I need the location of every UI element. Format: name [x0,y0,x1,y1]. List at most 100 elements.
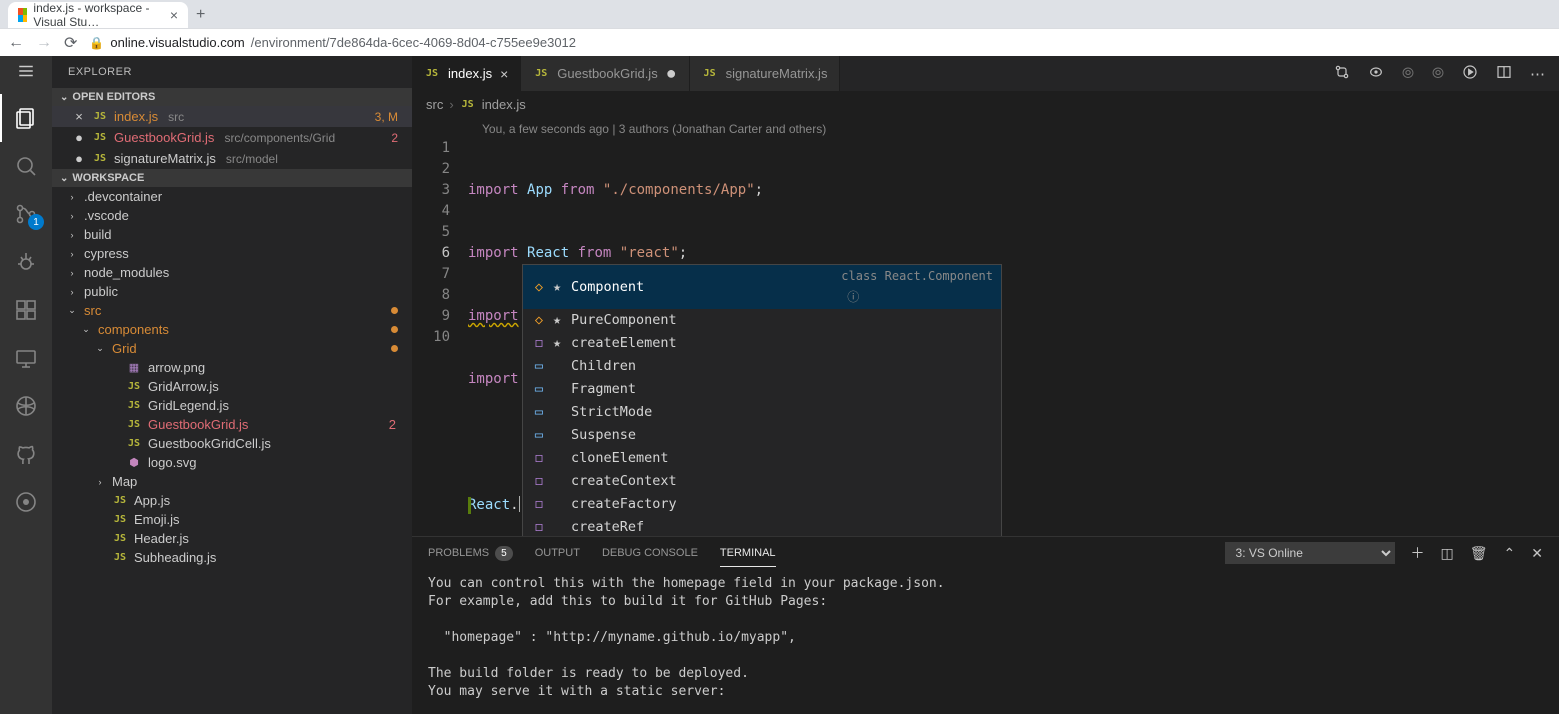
close-icon[interactable]: × [170,7,178,23]
workspace-header[interactable]: ⌄ WORKSPACE [52,169,412,187]
scm-activity[interactable]: 1 [0,190,52,238]
panel-tab-problems[interactable]: PROBLEMS5 [428,539,513,568]
js-icon: JS [92,132,108,143]
suggest-item[interactable]: ◻ cloneElement [523,447,1001,470]
trash-icon[interactable]: 🗑 [1470,545,1488,562]
file-item[interactable]: JSEmoji.js [52,510,412,529]
suggest-item[interactable]: ▭ Children [523,355,1001,378]
method-icon: ◻ [531,448,547,469]
suggest-widget[interactable]: ◇ ★ Component class React.Component ⓘ◇ ★… [522,264,1002,536]
file-item[interactable]: JSGuestbookGridCell.js [52,434,412,453]
search-activity[interactable] [0,142,52,190]
suggest-item[interactable]: ◻ createRef [523,516,1001,536]
back-button[interactable]: ← [8,34,24,52]
suggest-item[interactable]: ◇ ★ PureComponent [523,309,1001,332]
chevron-down-icon: ⌄ [60,92,68,103]
close-icon[interactable]: × [72,109,86,124]
folder-item[interactable]: ›Map [52,472,412,491]
code-lens[interactable]: You, a few seconds ago | 3 authors (Jona… [412,118,1559,138]
close-icon[interactable]: × [500,66,508,82]
compare-changes-icon[interactable] [1334,64,1350,84]
debug-activity[interactable] [0,238,52,286]
suggest-label: cloneElement [571,448,669,469]
close-icon[interactable]: ● [72,151,86,166]
folder-item[interactable]: ›.devcontainer [52,187,412,206]
suggest-item[interactable]: ▭ Fragment [523,378,1001,401]
file-item[interactable]: JSGridArrow.js [52,377,412,396]
js-icon: JS [126,438,142,449]
code-editor[interactable]: 12345678910 import App from "./component… [412,138,1559,536]
file-name: signatureMatrix.js [114,151,216,166]
folder-item[interactable]: ›public [52,282,412,301]
panel-tab-terminal[interactable]: TERMINAL [720,540,776,567]
file-path: src/model [226,152,278,166]
folder-item[interactable]: ⌄src [52,301,412,320]
liveshare-activity[interactable] [0,382,52,430]
explorer-activity[interactable] [0,94,52,142]
suggest-item[interactable]: ◇ ★ Component class React.Component ⓘ [523,265,1001,309]
file-item[interactable]: JSApp.js [52,491,412,510]
forward-button[interactable]: → [36,34,52,52]
item-label: GridLegend.js [148,398,229,413]
run-icon[interactable] [1462,64,1478,84]
file-item[interactable]: JSSubheading.js [52,548,412,567]
panel-tab-debug[interactable]: DEBUG CONSOLE [602,540,698,566]
split-terminal-icon[interactable]: ◫ [1441,545,1454,562]
close-panel-icon[interactable]: ✕ [1531,545,1543,562]
url-host: online.visualstudio.com [110,35,244,50]
more-actions-icon[interactable]: ⋯ [1530,65,1545,83]
chevron-right-icon: › [66,230,78,240]
codespaces-activity[interactable] [0,478,52,526]
breadcrumb[interactable]: src › JS index.js [412,91,1559,118]
folder-item[interactable]: ›cypress [52,244,412,263]
file-item[interactable]: ⬢logo.svg [52,453,412,472]
file-item[interactable]: JSHeader.js [52,529,412,548]
address-bar[interactable]: 🔒 online.visualstudio.com/environment/7d… [89,35,1551,50]
scm-badge: 1 [28,214,44,230]
editor-tab[interactable]: JS GuestbookGrid.js ● [521,56,689,91]
info-icon[interactable]: ⓘ [847,290,859,304]
extensions-activity[interactable] [0,286,52,334]
new-tab-button[interactable]: + [188,2,213,28]
suggest-item[interactable]: ◻ createContext [523,470,1001,493]
js-icon: JS [460,99,476,110]
next-change-icon[interactable]: ⦾ [1432,65,1444,82]
suggest-item[interactable]: ◻ ★ createElement [523,332,1001,355]
terminal-select[interactable]: 3: VS Online [1225,542,1395,564]
file-status: 2 [391,131,398,145]
class-icon: ◇ [531,277,547,298]
folder-item[interactable]: ›node_modules [52,263,412,282]
folder-item[interactable]: ›.vscode [52,206,412,225]
suggest-item[interactable]: ◻ createFactory [523,493,1001,516]
remote-activity[interactable] [0,334,52,382]
folder-item[interactable]: ⌄components [52,320,412,339]
browser-tab[interactable]: index.js - workspace - Visual Stu… × [8,2,188,28]
reload-button[interactable]: ⟳ [64,33,77,53]
prev-change-icon[interactable]: ⦾ [1402,65,1414,82]
folder-item[interactable]: ⌄Grid [52,339,412,358]
suggest-item[interactable]: ▭ StrictMode [523,401,1001,424]
open-editors-header[interactable]: ⌄ OPEN EDITORS [52,88,412,106]
editor-tab[interactable]: JS index.js × [412,56,521,91]
app-menu-button[interactable] [0,56,52,86]
file-item[interactable]: ▦arrow.png [52,358,412,377]
file-item[interactable]: JSGuestbookGrid.js2 [52,415,412,434]
revert-icon[interactable] [1368,64,1384,84]
github-activity[interactable] [0,430,52,478]
file-path: src [168,110,184,124]
editor-tab[interactable]: JS signatureMatrix.js [690,56,841,91]
folder-item[interactable]: ›build [52,225,412,244]
suggest-item[interactable]: ▭ Suspense [523,424,1001,447]
split-editor-icon[interactable] [1496,64,1512,84]
new-terminal-icon[interactable]: ＋ [1411,543,1425,563]
open-editor-item[interactable]: ● JS GuestbookGrid.js src/components/Gri… [52,127,412,148]
close-icon[interactable]: ● [72,130,86,145]
panel-tab-output[interactable]: OUTPUT [535,540,580,566]
file-item[interactable]: JSGridLegend.js [52,396,412,415]
maximize-panel-icon[interactable]: ⌃ [1504,545,1516,562]
open-editor-item[interactable]: ● JS signatureMatrix.js src/model [52,148,412,169]
file-name: index.js [114,109,158,124]
item-label: Grid [112,341,137,356]
open-editor-item[interactable]: × JS index.js src 3, M [52,106,412,127]
terminal-content[interactable]: You can control this with the homepage f… [412,569,1559,714]
